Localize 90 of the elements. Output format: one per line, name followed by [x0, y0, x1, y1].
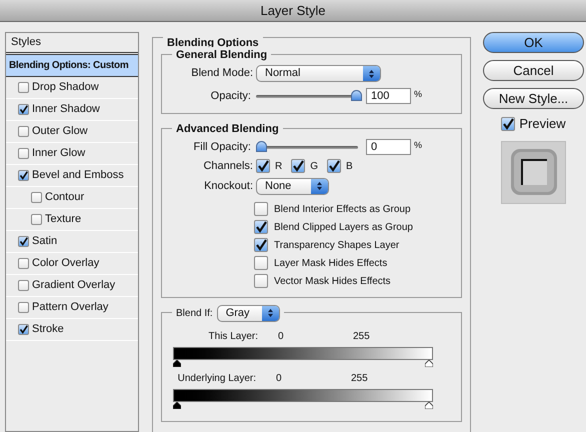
stepper-icon	[262, 306, 279, 320]
slider-label: Underlying Layer:	[176, 372, 257, 386]
checkbox[interactable]	[31, 214, 42, 225]
check-icon	[19, 325, 28, 334]
field-label: Blend Mode:	[190, 66, 254, 82]
gradient-slider[interactable]	[173, 388, 433, 408]
check-icon	[328, 160, 340, 172]
dialog-button[interactable]: New Style...	[483, 88, 584, 109]
slider-track[interactable]	[256, 140, 358, 153]
checkbox[interactable]	[254, 256, 268, 270]
option-label: Blend Clipped Layers as Group	[274, 220, 413, 234]
sidebar-item[interactable]: Satin	[6, 231, 138, 253]
low-value: 0	[278, 330, 285, 344]
dropdown[interactable]: Gray	[216, 304, 280, 322]
checkbox[interactable]	[18, 126, 29, 137]
low-value: 0	[276, 372, 283, 386]
number-field[interactable]: 0	[366, 138, 411, 155]
slider-thumb[interactable]	[351, 90, 362, 102]
preview-label: Preview	[519, 115, 566, 133]
sidebar-item[interactable]: Outer Glow	[6, 121, 138, 143]
sidebar-item[interactable]: Inner Glow	[6, 143, 138, 165]
stepper-icon	[363, 66, 380, 81]
dropdown[interactable]: None	[256, 178, 329, 194]
number-field[interactable]: 100	[366, 88, 411, 104]
check-icon	[292, 160, 304, 172]
field-label: Blend If:	[176, 306, 213, 320]
channel-label: G	[310, 160, 318, 174]
field-label: Fill Opacity:	[192, 140, 252, 154]
checkbox[interactable]	[18, 82, 29, 93]
check-icon	[255, 221, 267, 233]
checkbox[interactable]	[31, 192, 42, 203]
sidebar-item[interactable]: Bevel and Emboss	[6, 165, 138, 187]
checkbox[interactable]	[18, 280, 29, 291]
check-icon	[19, 237, 28, 246]
option-label: Transparency Shapes Layer	[274, 238, 400, 252]
channel-label: R	[275, 160, 282, 174]
checkbox[interactable]	[254, 274, 268, 288]
sidebar-item[interactable]: Blending Options: Custom	[6, 55, 138, 77]
checkbox[interactable]	[501, 116, 516, 131]
checkbox[interactable]	[18, 104, 29, 115]
sidebar-item[interactable]: Stroke	[6, 319, 138, 341]
dialog-button[interactable]: OK	[483, 32, 584, 53]
checkbox[interactable]	[291, 159, 306, 174]
window-title: Layer Style	[260, 2, 326, 20]
check-icon	[19, 105, 28, 114]
sidebar-item[interactable]: Inner Shadow	[6, 99, 138, 121]
checkbox[interactable]	[254, 238, 268, 252]
option-label: Vector Mask Hides Effects	[274, 274, 391, 288]
slider-thumb[interactable]	[256, 140, 267, 152]
preview-swatch-icon	[510, 148, 558, 196]
sidebar-item[interactable]: Drop Shadow	[6, 77, 138, 99]
checkbox[interactable]	[18, 302, 29, 313]
checkbox[interactable]	[254, 202, 268, 216]
sidebar-item[interactable]: Pattern Overlay	[6, 297, 138, 319]
sidebar-item[interactable]: Color Overlay	[6, 253, 138, 275]
check-icon	[257, 160, 269, 172]
option-label: Layer Mask Hides Effects	[274, 256, 388, 270]
unit-label: %	[414, 138, 422, 152]
sidebar-item[interactable]: Texture	[6, 209, 138, 231]
checkbox[interactable]	[18, 324, 29, 335]
group-title: General Blending	[176, 48, 268, 63]
gradient-slider[interactable]	[173, 346, 433, 366]
option-label: Blend Interior Effects as Group	[274, 202, 411, 216]
slider-track[interactable]	[256, 90, 362, 102]
section-title: Blending Options	[167, 37, 259, 49]
checkbox[interactable]	[18, 148, 29, 159]
checkbox[interactable]	[327, 159, 342, 174]
unit-label: %	[414, 88, 422, 101]
field-label: Knockout:	[203, 178, 254, 194]
check-icon	[255, 239, 267, 251]
checkbox[interactable]	[254, 220, 268, 234]
checkbox[interactable]	[18, 258, 29, 269]
sidebar-item[interactable]: Gradient Overlay	[6, 275, 138, 297]
panel-header: Styles	[11, 35, 41, 50]
field-label: Opacity:	[210, 89, 252, 104]
field-label: Channels:	[202, 159, 254, 174]
group-title: Advanced Blending	[176, 122, 279, 136]
dropdown[interactable]: Normal	[256, 65, 381, 82]
check-icon	[19, 171, 28, 180]
checkbox[interactable]	[18, 236, 29, 247]
channel-label: B	[346, 160, 353, 174]
dialog-button[interactable]: Cancel	[483, 60, 584, 81]
stepper-icon	[311, 178, 328, 194]
sidebar-item[interactable]: Contour	[6, 187, 138, 209]
high-value: 255	[351, 372, 368, 386]
checkbox[interactable]	[256, 159, 270, 174]
high-value: 255	[353, 330, 370, 344]
slider-label: This Layer:	[208, 330, 259, 344]
check-icon	[502, 118, 514, 130]
checkbox[interactable]	[18, 170, 29, 181]
